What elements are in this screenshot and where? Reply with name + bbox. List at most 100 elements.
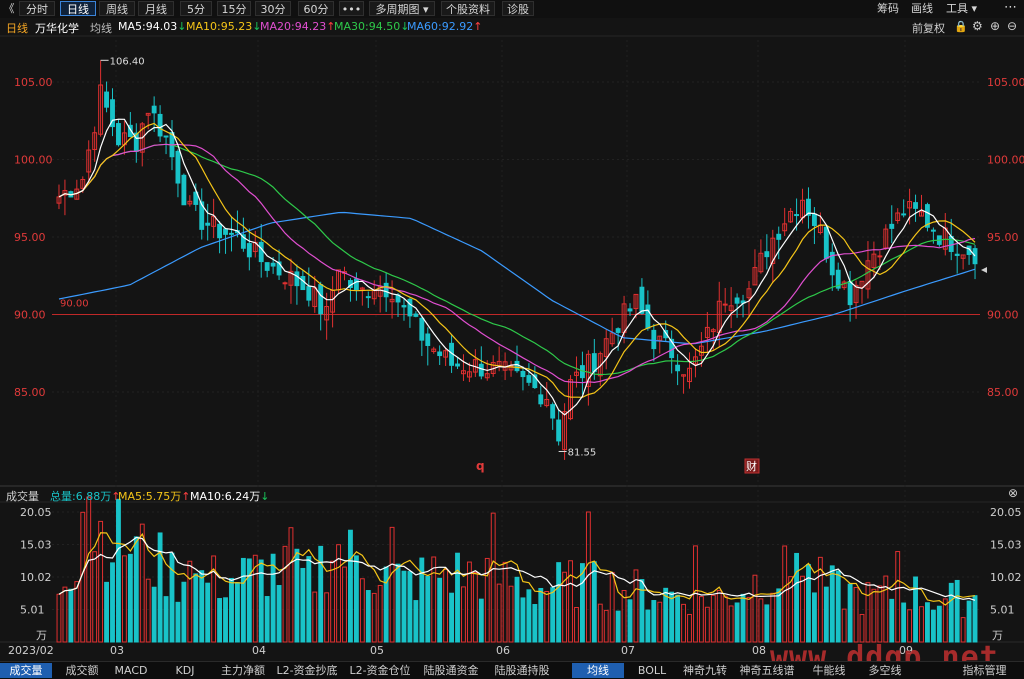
volume-bar xyxy=(859,613,865,643)
volume-bar xyxy=(383,566,389,643)
volume-bar xyxy=(681,603,686,643)
indicator-tab[interactable]: 陆股通持股 xyxy=(488,663,556,678)
volume-bar xyxy=(229,577,234,643)
volume-bar xyxy=(377,584,383,643)
volume-bar xyxy=(847,583,853,643)
candle-body xyxy=(419,317,425,341)
volume-bar xyxy=(657,601,663,643)
price-tick-left: 105.00 xyxy=(14,76,53,89)
indicator-tab[interactable]: L2-资金仓位 xyxy=(345,663,415,678)
price-tick-right: 90.00 xyxy=(987,309,1019,322)
indicator-tab[interactable]: MACD xyxy=(108,663,154,678)
volume-bar xyxy=(193,573,199,643)
volume-bar xyxy=(110,562,115,643)
volume-bar xyxy=(835,570,841,643)
indicator-tab[interactable]: 陆股通资金 xyxy=(418,663,484,678)
volume-bar xyxy=(312,591,318,643)
volume-tick-right: 5.01 xyxy=(990,604,1015,617)
volume-bar xyxy=(276,585,282,643)
close-indicator-icon[interactable]: ⊗ xyxy=(1008,486,1018,500)
candle-body xyxy=(407,298,413,317)
volume-bar xyxy=(704,606,710,643)
candle-body xyxy=(401,305,407,308)
indicator-tab[interactable]: 神奇五线谱 xyxy=(733,663,801,678)
volume-tick-left: 10.02 xyxy=(20,571,52,584)
volume-bar xyxy=(151,586,157,643)
indicator-tab[interactable]: 主力净额 xyxy=(218,663,268,678)
indicator-tab[interactable]: 神奇九转 xyxy=(680,663,730,678)
date-tick: 08 xyxy=(752,644,766,657)
indicator-tab[interactable]: 多空线 xyxy=(857,663,913,678)
candle-body xyxy=(901,213,907,216)
current-price-pointer xyxy=(981,267,987,273)
volume-bar xyxy=(472,572,478,643)
indicator-tab[interactable]: 成交量 xyxy=(0,663,52,678)
price-tick-right: 100.00 xyxy=(987,154,1024,167)
volume-bar xyxy=(92,551,98,643)
volume-bar xyxy=(282,545,288,643)
candle-body xyxy=(764,251,770,258)
indicator-tab[interactable]: 均线 xyxy=(572,663,624,678)
candle-body xyxy=(651,329,657,350)
price-tick-left: 95.00 xyxy=(14,231,46,244)
volume-bar xyxy=(145,578,151,643)
volume-bar xyxy=(246,558,252,643)
volume-bar xyxy=(823,586,829,643)
volume-bar xyxy=(930,609,936,643)
volume-bar xyxy=(330,560,336,643)
candle-body xyxy=(591,353,597,373)
indicator-tab[interactable]: BOLL xyxy=(628,663,676,678)
indicator-tab[interactable]: 牛能线 xyxy=(805,663,853,678)
volume-bar xyxy=(455,552,460,643)
candle-body xyxy=(847,280,853,306)
volume-bar xyxy=(187,560,193,643)
volume-bar xyxy=(936,605,942,643)
candle-body xyxy=(353,278,359,290)
candle-body xyxy=(823,226,829,259)
indicator-tab[interactable]: KDJ xyxy=(160,663,210,678)
indicator-tab[interactable]: 指标管理 xyxy=(945,663,1024,678)
indicator-tab[interactable]: 成交额 xyxy=(58,663,106,678)
volume-bar xyxy=(264,596,270,643)
kline-chart[interactable]: 105.00 105.00 100.00 100.00 95.00 95.00 90.00 9… xyxy=(0,0,1024,678)
volume-bar xyxy=(925,602,930,643)
candle-body xyxy=(157,113,163,137)
indicator-tab[interactable]: L2-资金抄底 xyxy=(272,663,342,678)
volume-bar xyxy=(948,582,954,643)
volume-tick-left: 5.01 xyxy=(20,604,45,617)
volume-bar xyxy=(353,555,359,643)
volume-bar xyxy=(687,613,692,643)
volume-bar xyxy=(829,565,835,643)
price-tick-left: 100.00 xyxy=(14,154,53,167)
price-tick-right: 105.00 xyxy=(987,76,1024,89)
volume-bar xyxy=(74,581,80,643)
volume-bar xyxy=(401,570,407,643)
volume-label: 成交量 xyxy=(6,490,39,503)
candle-body xyxy=(913,202,918,209)
volume-legend: 成交量 总量:6.88万↑ MA5:5.75万↑ MA10:6.24万↓ ⊗ xyxy=(0,486,1024,503)
volume-bar xyxy=(461,586,466,643)
volume-bar xyxy=(490,512,496,643)
candle-body xyxy=(627,308,633,312)
volume-bar xyxy=(478,598,484,643)
volume-bar xyxy=(698,596,704,643)
candle-body xyxy=(365,296,371,299)
candle-body xyxy=(223,228,228,235)
indicator-tabbar: 成交量 成交额 MACD KDJ 主力净额 L2-资金抄底 L2-资金仓位 陆股通资金 陆股通持… xyxy=(0,661,1024,679)
volume-bar xyxy=(514,576,520,643)
volume-bar xyxy=(116,498,121,643)
volume-bar xyxy=(520,597,526,643)
candle-body xyxy=(675,364,681,372)
volume-bar xyxy=(181,581,187,643)
volume-bar xyxy=(86,496,92,643)
volume-bar xyxy=(270,553,276,643)
volume-bar xyxy=(98,520,104,643)
volume-bar xyxy=(960,617,966,643)
volume-bar xyxy=(865,582,871,643)
volume-bar xyxy=(240,557,246,643)
volume-bar xyxy=(722,595,728,643)
volume-bar xyxy=(568,560,573,643)
volume-bar xyxy=(133,536,139,643)
volume-bar xyxy=(538,587,544,643)
volume-bar xyxy=(574,607,579,643)
